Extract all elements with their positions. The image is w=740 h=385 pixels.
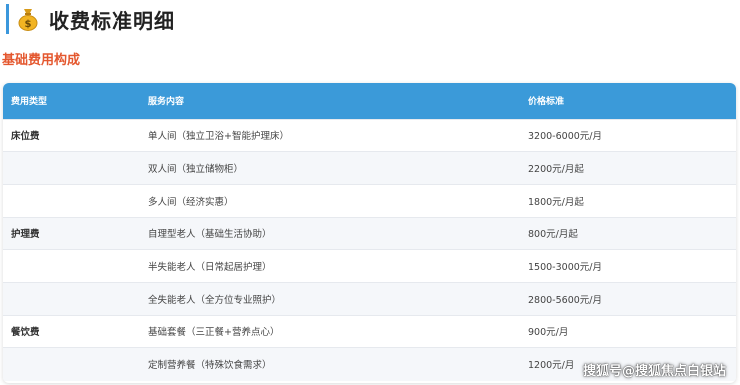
watermark: 搜狐号@搜狐焦点白银站 (582, 364, 726, 379)
price-cell: 900元/月 (528, 314, 736, 348)
money-bag-icon: $ (18, 9, 38, 31)
table-row: 护理费 自理型老人（基础生活协助） 800元/月起 (3, 216, 736, 250)
fee-type-cell (3, 151, 148, 185)
table-row: 多人间（经济实惠） 1800元/月起 (3, 183, 736, 218)
service-cell: 基础套餐（三正餐+营养点心） (148, 314, 528, 348)
fee-type-cell: 餐饮费 (3, 314, 148, 348)
column-header-service: 服务内容 (148, 97, 185, 108)
fee-type-cell: 床位费 (3, 118, 148, 152)
svg-text:$: $ (25, 19, 32, 30)
table-header-row: 费用类型 服务内容 价格标准 (3, 83, 736, 119)
price-cell: 1800元/月起 (528, 183, 736, 218)
price-cell: 800元/月起 (528, 216, 736, 250)
fee-table-container: 费用类型 服务内容 价格标准 床位费 单人间（独立卫浴+智能护理床） 3200-… (3, 83, 736, 383)
column-header-price: 价格标准 (528, 97, 565, 108)
fee-type-cell: 护理费 (3, 216, 148, 250)
price-cell: 2800-5600元/月 (528, 281, 736, 316)
table-row: 床位费 单人间（独立卫浴+智能护理床） 3200-6000元/月 (3, 118, 736, 152)
column-header-fee-type: 费用类型 (11, 97, 48, 108)
table-row: 全失能老人（全方位专业照护） 2800-5600元/月 (3, 281, 736, 316)
fee-table: 费用类型 服务内容 价格标准 床位费 单人间（独立卫浴+智能护理床） 3200-… (3, 83, 736, 381)
title-accent-bar (6, 4, 9, 34)
fee-type-cell (3, 347, 148, 381)
service-cell: 多人间（经济实惠） (148, 183, 528, 218)
fee-type-cell (3, 183, 148, 218)
page-title: 收费标准明细 (49, 8, 175, 33)
price-cell: 2200元/月起 (528, 151, 736, 185)
table-row: 餐饮费 基础套餐（三正餐+营养点心） 900元/月 (3, 314, 736, 348)
price-cell: 3200-6000元/月 (528, 118, 736, 152)
service-cell: 定制营养餐（特殊饮食需求） (148, 347, 528, 381)
table-row: 半失能老人（日常起居护理） 1500-3000元/月 (3, 249, 736, 283)
fee-type-cell (3, 249, 148, 283)
title-bar: $ 收费标准明细 (6, 3, 175, 35)
price-cell: 1500-3000元/月 (528, 249, 736, 283)
fee-type-cell (3, 281, 148, 316)
table-row: 双人间（独立储物柜） 2200元/月起 (3, 151, 736, 185)
service-cell: 双人间（独立储物柜） (148, 151, 528, 185)
service-cell: 半失能老人（日常起居护理） (148, 249, 528, 283)
section-title: 基础费用构成 (2, 53, 81, 68)
service-cell: 自理型老人（基础生活协助） (148, 216, 528, 250)
service-cell: 全失能老人（全方位专业照护） (148, 281, 528, 316)
service-cell: 单人间（独立卫浴+智能护理床） (148, 118, 528, 152)
